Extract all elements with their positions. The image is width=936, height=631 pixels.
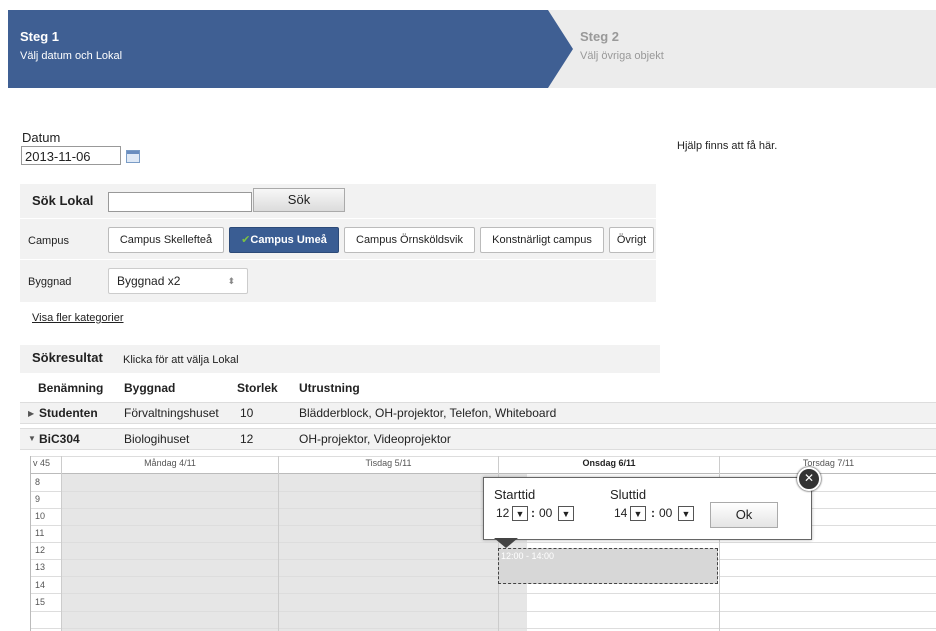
konstnarligt-campus-button[interactable]: Konstnärligt campus	[480, 227, 604, 253]
start-time-label: Starttid	[494, 487, 536, 502]
campus-umea-label: Campus Umeå	[250, 234, 327, 246]
day-header: Torsdag 7/11	[802, 458, 855, 468]
campus-ornskoldsvik-button[interactable]: Campus Örnsköldsvik	[344, 227, 475, 253]
hour-label: 9	[35, 494, 41, 504]
more-categories-link[interactable]: Visa fler kategorier	[32, 312, 124, 324]
row-equipment: OH-projektor, Videoprojektor	[299, 432, 451, 446]
step-2-subtitle: Välj övriga objekt	[580, 50, 664, 62]
search-button[interactable]: Sök	[253, 188, 345, 212]
check-icon: ✔	[241, 234, 251, 246]
campus-skelleftea-button[interactable]: Campus Skellefteå	[108, 227, 224, 253]
day-header: Tisdag 5/11	[365, 458, 412, 468]
column-header-building[interactable]: Byggnad	[124, 381, 175, 395]
grid-line	[31, 456, 936, 457]
step-1-title: Steg 1	[20, 29, 60, 44]
start-hour-value: 12	[496, 505, 510, 522]
search-label: Sök Lokal	[32, 193, 94, 208]
colon: :	[651, 505, 655, 522]
help-text: Hjälp finns att få här.	[677, 140, 778, 152]
row-name: Studenten	[39, 406, 98, 420]
building-label: Byggnad	[28, 276, 72, 288]
expand-arrow-icon[interactable]: ▶	[28, 409, 34, 418]
row-building: Förvaltningshuset	[124, 406, 219, 420]
hour-label: 15	[35, 597, 46, 607]
popup-pointer	[494, 538, 518, 548]
chevron-down-icon: ▼	[681, 509, 691, 519]
select-arrows-icon: ⬍	[227, 276, 235, 286]
hour-label: 10	[35, 511, 46, 521]
ovrigt-button[interactable]: Övrigt	[609, 227, 654, 253]
step-2-title: Steg 2	[580, 29, 620, 44]
grid-column-line	[61, 456, 62, 631]
campus-label: Campus	[28, 235, 69, 247]
unavailable-area	[61, 474, 527, 631]
start-hour-dropdown[interactable]: ▼	[512, 506, 528, 521]
chevron-down-icon: ▼	[561, 509, 571, 519]
end-minute-value: 00	[659, 505, 673, 522]
column-header-size[interactable]: Storlek	[237, 381, 278, 395]
results-title: Sökresultat	[32, 350, 103, 365]
step-2: Steg 2 Välj övriga objekt	[535, 10, 936, 88]
column-header-equipment[interactable]: Utrustning	[299, 381, 360, 395]
collapse-arrow-icon[interactable]: ▼	[28, 434, 36, 443]
date-input[interactable]: 2013-11-06	[21, 146, 121, 165]
end-hour-value: 14	[614, 505, 628, 522]
hour-label: 13	[35, 562, 46, 572]
colon: :	[531, 505, 535, 522]
end-hour-dropdown[interactable]: ▼	[630, 506, 646, 521]
calendar-icon[interactable]	[126, 150, 140, 163]
grid-line	[31, 628, 936, 629]
results-hint: Klicka för att välja Lokal	[123, 354, 239, 366]
close-icon[interactable]: ✕	[797, 467, 821, 491]
row-size: 10	[240, 406, 254, 420]
week-label: v 45	[33, 458, 51, 468]
start-minute-dropdown[interactable]: ▼	[558, 506, 574, 521]
ok-button[interactable]: Ok	[710, 502, 778, 528]
divider	[20, 259, 656, 260]
start-minute-value: 00	[539, 505, 553, 522]
row-building: Biologihuset	[124, 432, 190, 446]
building-select[interactable]: Byggnad x2 ⬍	[108, 268, 248, 294]
chevron-down-icon: ▼	[633, 509, 643, 519]
hour-label: 12	[35, 545, 46, 555]
booking-time: 12:00 - 14:00	[501, 551, 555, 561]
building-select-value: Byggnad x2	[117, 274, 181, 288]
end-minute-dropdown[interactable]: ▼	[678, 506, 694, 521]
row-size: 12	[240, 432, 254, 446]
end-time-label: Sluttid	[610, 487, 647, 502]
grid-line	[31, 611, 936, 612]
results-header	[20, 345, 660, 373]
day-header: Måndag 4/11	[144, 458, 196, 468]
campus-umea-button[interactable]: ✔Campus Umeå	[229, 227, 339, 253]
grid-line	[31, 593, 936, 594]
date-label: Datum	[22, 130, 61, 145]
hour-label: 8	[35, 477, 41, 487]
hour-label: 14	[35, 580, 46, 590]
step-1: Steg 1 Välj datum och Lokal	[8, 10, 573, 88]
search-input[interactable]	[108, 192, 252, 212]
row-name: BiC304	[39, 432, 80, 446]
grid-column-line	[278, 456, 279, 631]
divider	[20, 218, 656, 219]
day-header: Onsdag 6/11	[582, 458, 636, 468]
grid-line	[31, 576, 936, 577]
row-equipment: Blädderblock, OH-projektor, Telefon, Whi…	[299, 406, 557, 420]
chevron-down-icon: ▼	[515, 509, 525, 519]
booking-block[interactable]: 12:00 - 14:00	[498, 548, 718, 584]
step-1-subtitle: Välj datum och Lokal	[20, 50, 123, 62]
hour-label: 11	[35, 528, 45, 538]
grid-line	[31, 559, 936, 560]
grid-line	[31, 542, 936, 543]
column-header-name[interactable]: Benämning	[38, 381, 103, 395]
